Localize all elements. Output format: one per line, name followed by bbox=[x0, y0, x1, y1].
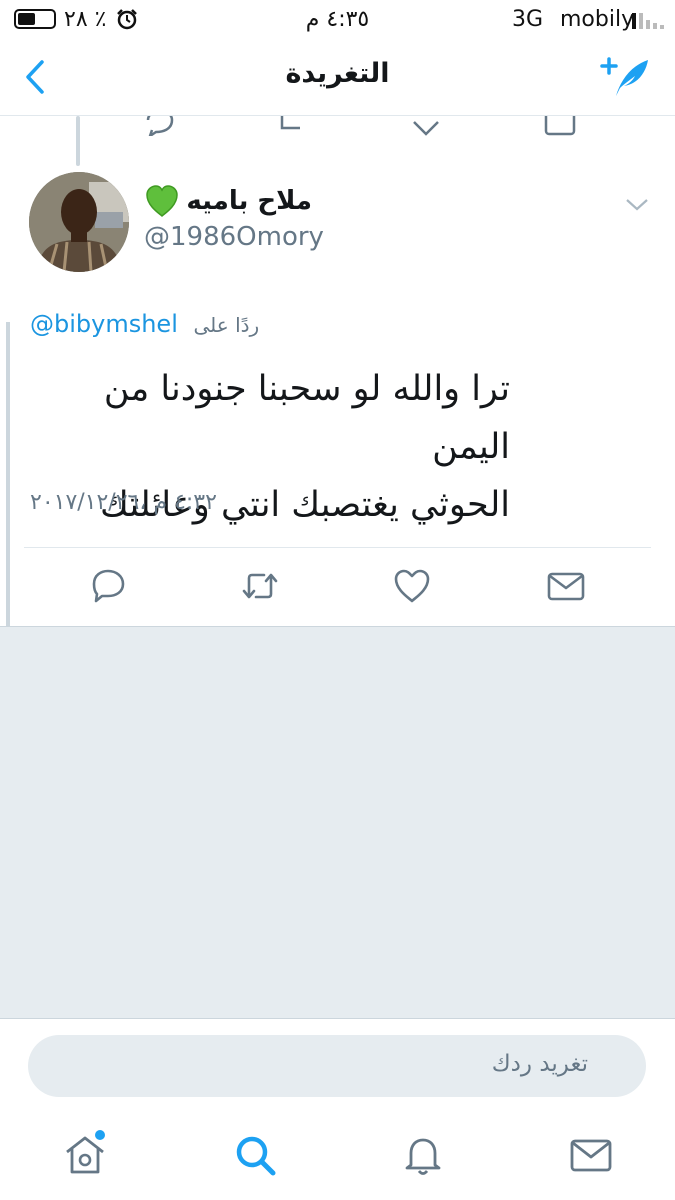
reply-icon[interactable] bbox=[88, 566, 128, 606]
nav-bar: التغريدة bbox=[0, 40, 675, 116]
tweet-actions bbox=[0, 566, 675, 610]
search-icon[interactable] bbox=[232, 1132, 278, 1178]
signal-icon bbox=[632, 13, 664, 29]
green-heart-icon bbox=[146, 185, 178, 218]
heart-icon[interactable] bbox=[410, 116, 470, 136]
heart-icon[interactable] bbox=[392, 566, 432, 606]
reply-to-mention[interactable]: @bibymshel bbox=[30, 310, 178, 338]
status-bar: ٪ ٢٨ ٤:٣٥ م 3G mobily bbox=[0, 0, 675, 40]
tab-bar bbox=[0, 1110, 675, 1200]
mail-icon[interactable] bbox=[568, 1132, 614, 1178]
author-name-line[interactable]: ملاح باميه bbox=[144, 183, 344, 223]
avatar-image bbox=[29, 172, 129, 272]
bell-icon[interactable] bbox=[400, 1132, 446, 1178]
thread-connector bbox=[76, 116, 80, 166]
tweet-text-line: ترا والله لو سحبنا جنودنا من اليمن bbox=[103, 369, 510, 467]
chevron-down-icon[interactable] bbox=[624, 196, 650, 214]
retweet-icon[interactable] bbox=[276, 116, 336, 136]
empty-replies-area bbox=[0, 626, 675, 1018]
envelope-icon[interactable] bbox=[546, 566, 586, 606]
tweet-timestamp: ٤:٣٢ م ،٢٠١٧/١٢/٢٦ bbox=[30, 490, 217, 515]
divider bbox=[24, 547, 651, 548]
envelope-icon[interactable] bbox=[544, 116, 584, 136]
avatar[interactable] bbox=[29, 172, 129, 272]
network-type: 3G bbox=[512, 7, 544, 32]
carrier-name: mobily bbox=[560, 7, 635, 32]
page-title: التغريدة bbox=[285, 58, 390, 89]
previous-tweet-actions bbox=[0, 116, 675, 136]
reply-icon[interactable] bbox=[144, 116, 204, 136]
reply-to-line: @bibymshel ردًا على bbox=[30, 310, 259, 338]
reply-bar: تغريد ردك bbox=[0, 1018, 675, 1110]
reply-to-label: ردًا على bbox=[193, 313, 260, 337]
compose-tweet-icon[interactable] bbox=[598, 54, 652, 100]
display-name[interactable]: ملاح باميه bbox=[186, 186, 312, 216]
retweet-icon[interactable] bbox=[240, 566, 280, 606]
user-handle[interactable]: @1986Omory bbox=[144, 222, 324, 252]
notification-dot bbox=[95, 1130, 105, 1140]
reply-input[interactable]: تغريد ردك bbox=[28, 1035, 646, 1097]
